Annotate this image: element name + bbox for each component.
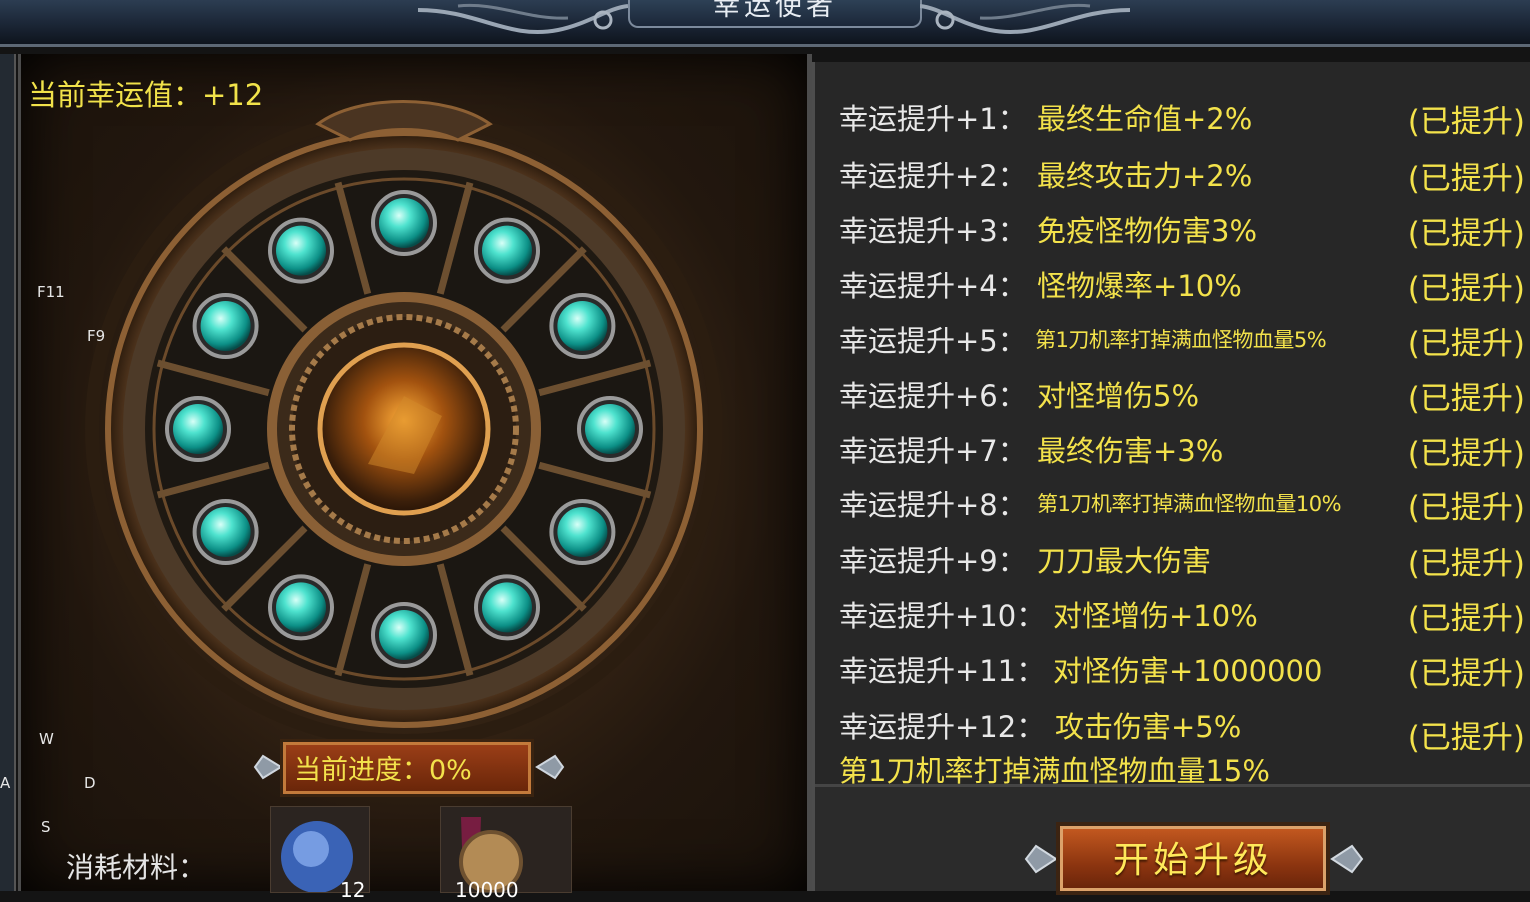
upgrade-effect: 怪物爆率+10% [1037,269,1242,303]
upgrade-status: (已提升) [1407,381,1525,417]
upgrade-effect: 攻击伤害+5% [1055,710,1242,744]
upgrade-effect: 第1刀机率打掉满血怪物血量5% [1035,328,1327,352]
luck-gem-icon [549,293,616,359]
upgrade-level: 幸运提升+5： [839,324,1027,358]
list-item: 幸运提升+7： 最终伤害+3% (已提升) [839,428,1530,472]
hotkey-f11[interactable]: F11 [37,283,65,301]
upgrade-effect: 第1刀机率打掉满血怪物血量10% [1037,492,1342,516]
title-ornament-left-icon [418,3,628,35]
luck-gem-icon [474,574,540,641]
upgrade-level: 幸运提升+10： [839,599,1046,633]
hotkey-a[interactable]: A [0,774,10,792]
upgrade-status: (已提升) [1407,601,1525,637]
upgrade-effect: 免疫怪物伤害3% [1037,214,1258,248]
list-item: 幸运提升+11： 对怪伤害+1000000 (已提升) [839,648,1530,692]
upgrade-status: (已提升) [1407,326,1525,362]
upgrade-status: (已提升) [1407,161,1525,197]
luck-gem-icon [371,602,437,668]
luck-gem-icon [268,574,334,641]
list-item: 幸运提升+3： 免疫怪物伤害3% (已提升) [839,208,1530,252]
upgrade-effect: 对怪增伤+10% [1053,599,1258,633]
list-item: 幸运提升+12： 攻击伤害+5% (已提升) [839,704,1530,756]
hotkey-w[interactable]: W [39,730,54,748]
luck-gem-icon [192,499,259,565]
progress-ornament-left-icon [253,754,283,780]
luck-gem-icon [474,217,540,284]
title-ornament-right-icon [920,3,1130,35]
hotkey-d[interactable]: D [84,774,96,792]
luck-gem-icon [549,499,616,565]
upgrade-status: (已提升) [1407,720,1525,756]
list-item: 幸运提升+2： 最终攻击力+2% (已提升) [839,153,1530,197]
upgrade-level: 幸运提升+1： [839,102,1027,136]
progress-bar: 当前进度：0% [283,742,531,794]
current-luck-value: 当前幸运值：+12 [28,78,264,112]
frame-left-edge [0,54,16,891]
luck-gem-icon [268,217,334,284]
window-title-bar: 幸运使者 [0,0,1530,47]
upgrade-panel: 幸运提升+1： 最终生命值+2% (已提升) 幸运提升+2： 最终攻击力+2% … [812,62,1530,891]
upgrade-level: 幸运提升+12： [839,710,1046,744]
upgrade-status: (已提升) [1407,546,1525,582]
upgrade-status: (已提升) [1407,104,1525,140]
upgrade-effect: 对怪增伤5% [1037,379,1200,413]
upgrade-level: 幸运提升+7： [839,434,1027,468]
upgrade-status: (已提升) [1407,436,1525,472]
upgrade-effect: 刀刀最大伤害 [1037,544,1212,578]
luck-gem-icon [577,396,643,462]
upgrade-level: 幸运提升+2： [839,159,1027,193]
list-item: 幸运提升+4： 怪物爆率+10% (已提升) [839,263,1530,307]
luck-gem-icon [165,396,231,462]
list-item: 幸运提升+8： 第1刀机率打掉满血怪物血量10% (已提升) [839,482,1530,526]
start-upgrade-button[interactable]: 开始升级 [1060,826,1326,891]
upgrade-level: 幸运提升+6： [839,379,1027,413]
upgrade-status: (已提升) [1407,216,1525,252]
upgrade-effect: 最终伤害+3% [1037,434,1224,468]
list-item: 幸运提升+6： 对怪增伤5% (已提升) [839,373,1530,417]
upgrade-status: (已提升) [1407,490,1525,526]
hotkey-f9[interactable]: F9 [87,327,105,345]
upgrade-effect: 最终攻击力+2% [1037,159,1253,193]
window-title: 幸运使者 [628,0,922,28]
button-ornament-left-icon [1024,844,1058,874]
upgrade-level: 幸运提升+8： [839,488,1027,522]
luck-gem-icon [192,293,259,359]
upgrade-list: 幸运提升+1： 最终生命值+2% (已提升) 幸运提升+2： 最终攻击力+2% … [815,62,1530,788]
list-item: 幸运提升+1： 最终生命值+2% (已提升) [839,96,1530,140]
luck-wheel [85,100,723,748]
upgrade-effect: 最终生命值+2% [1037,102,1253,136]
upgrade-level: 幸运提升+3： [839,214,1027,248]
upgrade-level: 幸运提升+9： [839,544,1027,578]
list-item: 幸运提升+5： 第1刀机率打掉满血怪物血量5% (已提升) [839,318,1530,362]
materials-label: 消耗材料： [66,851,207,884]
upgrade-status: (已提升) [1407,271,1525,307]
upgrade-status: (已提升) [1407,656,1525,692]
luck-gem-icon [371,190,437,256]
upgrade-extra-effect: 第1刀机率打掉满血怪物血量15% [839,754,1270,788]
button-ornament-right-icon [1330,844,1364,874]
list-item: 幸运提升+10： 对怪增伤+10% (已提升) [839,593,1530,637]
list-item: 幸运提升+9： 刀刀最大伤害 (已提升) [839,538,1530,582]
upgrade-effect: 对怪伤害+1000000 [1053,654,1323,688]
upgrade-level: 幸运提升+4： [839,269,1027,303]
progress-ornament-right-icon [535,754,565,780]
material-count-orb: 12 [340,878,366,902]
material-count-coin: 10000 [455,878,519,902]
hotkey-s[interactable]: S [41,818,51,836]
upgrade-level: 幸运提升+11： [839,654,1046,688]
